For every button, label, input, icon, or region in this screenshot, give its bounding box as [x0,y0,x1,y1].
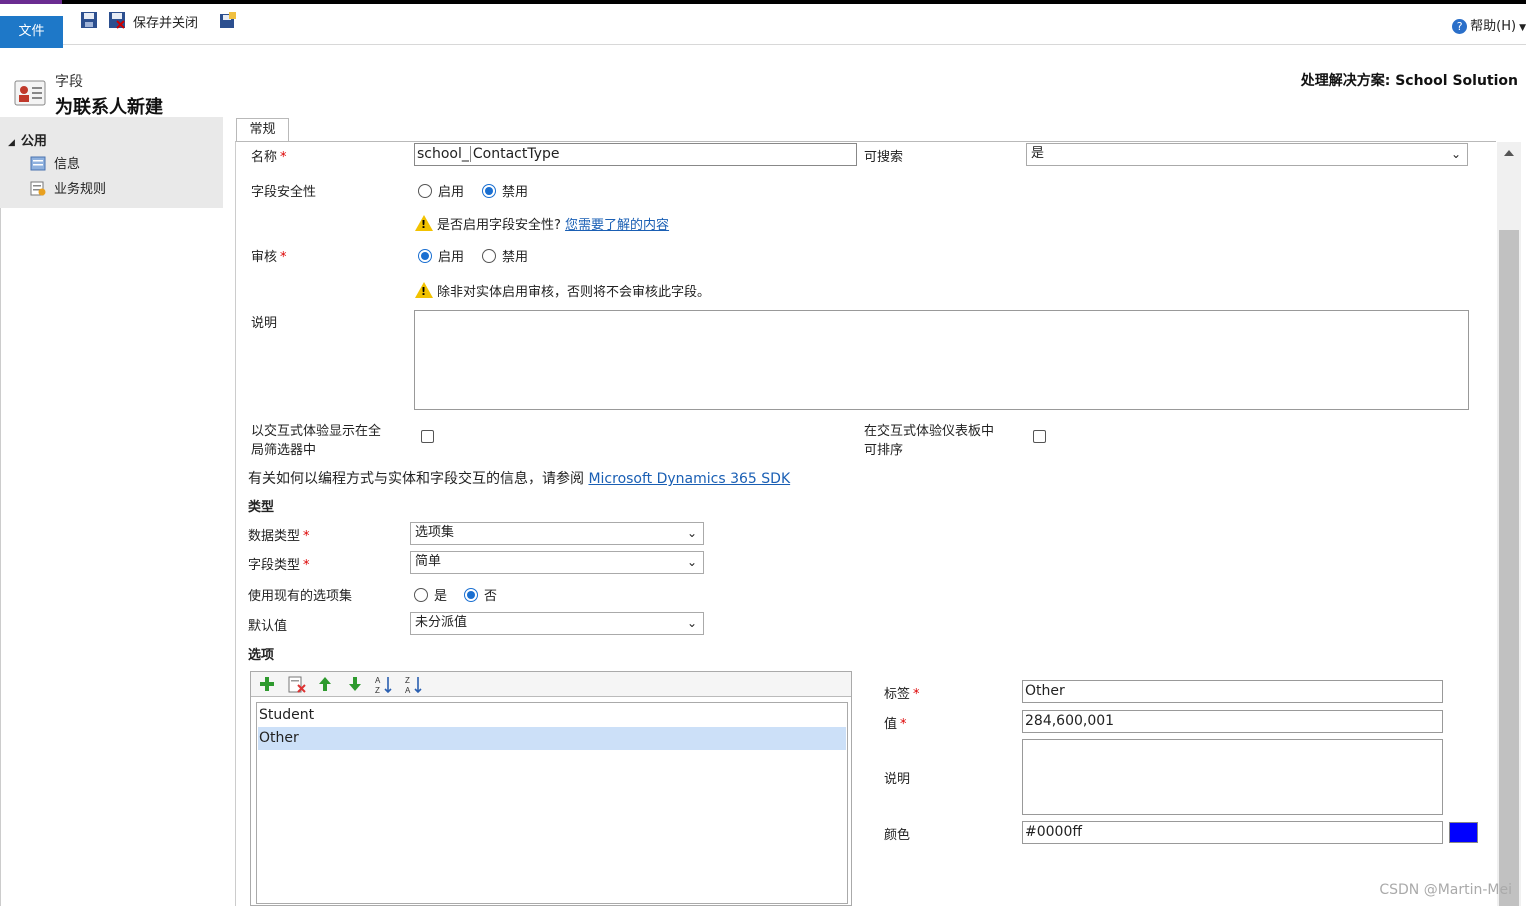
sidebar-item-business-rules[interactable]: 业务规则 [30,178,106,197]
color-swatch[interactable] [1449,822,1478,843]
save-new-icon[interactable] [219,11,237,29]
sidebar-group-label: 公用 [20,134,47,149]
file-tab[interactable]: 文件 [0,16,63,48]
move-down-icon[interactable] [348,676,362,692]
chevron-down-icon: ▼ [1519,23,1526,33]
sort-descending-icon[interactable]: ZA [405,675,423,694]
use-existing-yes-radio[interactable]: 是 [414,585,447,604]
business-rules-icon [30,181,46,196]
solution-label: 处理解决方案: School Solution [1300,73,1518,89]
list-item[interactable]: Other [258,727,846,750]
sidebar-item-label: 信息 [54,157,81,172]
options-section-heading: 选项 [248,648,275,663]
sidebar: ◢ 公用 信息 业务规则 [0,117,223,208]
add-icon[interactable] [259,676,275,692]
description-textarea[interactable] [414,310,1469,410]
field-security-disable-radio[interactable]: 禁用 [482,181,528,200]
watermark: CSDN @Martin-Mei [1379,882,1512,898]
field-type-select[interactable]: 简单 ⌄ [410,551,704,574]
svg-text:Z: Z [375,686,380,694]
global-filter-label: 以交互式体验显示在全 局筛选器中 [251,424,382,458]
sdk-link[interactable]: Microsoft Dynamics 365 SDK [588,471,790,487]
security-warning: 是否启用字段安全性? 您需要了解的内容 [415,214,669,233]
type-section-heading: 类型 [248,500,275,515]
help-icon: ? [1452,19,1468,34]
default-select[interactable]: 未分派值 ⌄ [410,612,704,635]
options-toolbar: AZ ZA [251,672,851,697]
divider [0,208,1,906]
warning-icon [415,215,433,231]
save-close-button[interactable]: 保存并关闭 [133,12,198,31]
audit-enable-radio[interactable]: 启用 [418,246,464,265]
options-panel: AZ ZA Student Other [250,671,852,906]
name-label: 名称 * [251,150,287,165]
audit-warning: 除非对实体启用审核，否则将不会审核此字段。 [415,281,710,300]
help-menu[interactable]: ? 帮助(H) ▼ [1452,15,1526,34]
list-item[interactable]: Student [258,704,846,727]
description-label: 说明 [251,316,278,331]
option-value-field[interactable]: 284,600,001 [1022,710,1443,733]
vertical-scrollbar[interactable] [1497,142,1521,906]
scroll-thumb[interactable] [1499,230,1519,906]
use-existing-no-radio[interactable]: 否 [464,585,497,604]
svg-text:A: A [375,676,381,685]
field-entity-icon [14,80,46,106]
sidebar-item-info[interactable]: 信息 [30,153,80,172]
svg-text:A: A [405,686,411,694]
tab-general[interactable]: 常规 [236,118,289,142]
audit-disable-radio[interactable]: 禁用 [482,246,528,265]
field-security-label: 字段安全性 [251,185,317,200]
option-color-field[interactable]: #0000ff [1022,821,1443,844]
searchable-value: 是 [1031,146,1045,161]
data-type-label: 数据类型 * [248,529,310,544]
sort-ascending-icon[interactable]: AZ [375,675,393,694]
sidebar-group-common[interactable]: ◢ 公用 [8,130,47,149]
scroll-up-icon[interactable] [1504,150,1514,156]
audit-label: 审核 * [251,250,287,265]
collapse-icon: ◢ [8,138,15,148]
chevron-down-icon: ⌄ [686,526,697,540]
sortable-label: 在交互式体验仪表板中 可排序 [864,424,995,458]
sortable-checkbox[interactable] [1033,430,1046,443]
name-value: ContactType [472,146,560,162]
chevron-down-icon: ⌄ [686,616,697,630]
chevron-down-icon: ⌄ [1450,147,1461,161]
warning-icon [415,282,433,298]
move-up-icon[interactable] [318,676,332,692]
sidebar-item-label: 业务规则 [54,182,107,197]
option-value-label: 值 * [884,717,907,732]
option-label-field[interactable]: Other [1022,680,1443,703]
name-prefix: school_ [417,146,471,162]
field-type-label: 字段类型 * [248,558,310,573]
save-close-icon[interactable] [108,11,126,29]
sdk-info: 有关如何以编程方式与实体和字段交互的信息，请参阅 Microsoft Dynam… [248,471,791,487]
option-color-label: 颜色 [884,828,911,843]
page-title: 为联系人新建 [55,97,163,118]
option-description-textarea[interactable] [1022,739,1443,815]
options-list[interactable]: Student Other [256,702,848,904]
security-info-link[interactable]: 您需要了解的内容 [565,218,669,233]
use-existing-label: 使用现有的选项集 [248,589,353,604]
field-security-enable-radio[interactable]: 启用 [418,181,464,200]
data-type-select[interactable]: 选项集 ⌄ [410,522,704,545]
help-label: 帮助(H) [1470,19,1517,34]
chevron-down-icon: ⌄ [686,555,697,569]
ribbon: 文件 保存并关闭 ? 帮助(H) ▼ [0,4,1526,48]
delete-icon[interactable] [288,676,306,693]
svg-text:Z: Z [405,676,410,685]
name-field[interactable]: school_ ContactType [414,143,857,166]
global-filter-checkbox[interactable] [421,430,434,443]
searchable-select[interactable]: 是 ⌄ [1026,143,1468,166]
option-label-label: 标签 * [884,687,920,702]
default-label: 默认值 [248,619,288,634]
entity-label: 字段 [55,74,83,90]
option-description-label: 说明 [884,772,911,787]
info-icon [30,156,46,171]
searchable-label: 可搜索 [864,150,904,165]
save-icon[interactable] [80,11,98,29]
